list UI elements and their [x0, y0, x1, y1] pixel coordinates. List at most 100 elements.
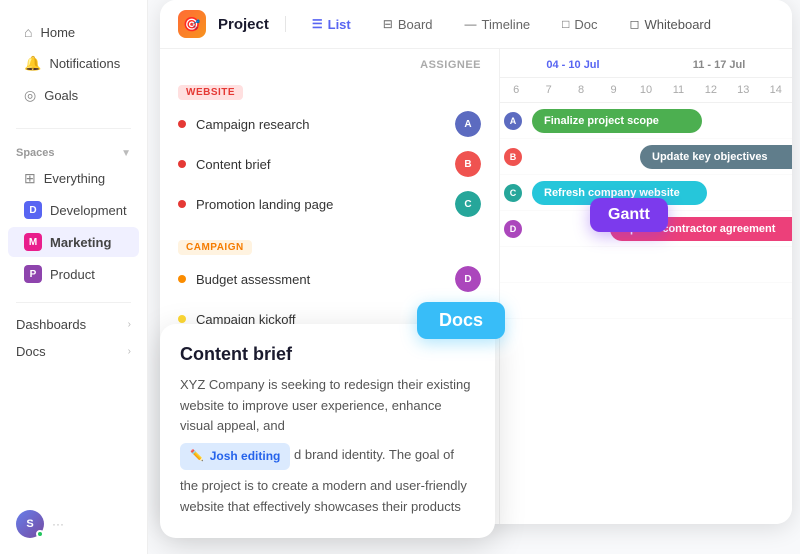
task-name: Content brief: [196, 157, 270, 172]
today-marker: 8: [565, 84, 597, 96]
gantt-week-current: 04 - 10 Jul: [500, 59, 646, 71]
website-label: WEBSITE: [178, 85, 243, 100]
sidebar-item-goals[interactable]: ◎ Goals: [8, 80, 139, 111]
sidebar-item-product[interactable]: P Product: [8, 259, 139, 289]
task-item[interactable]: Campaign research A: [160, 104, 499, 144]
avatar-circle: D: [455, 266, 481, 292]
development-label: Development: [50, 203, 127, 218]
project-title: Project: [218, 16, 269, 33]
tab-timeline-label: Timeline: [482, 17, 531, 32]
task-list-header: ASSIGNEE: [160, 49, 499, 77]
gantt-day: 13: [727, 82, 759, 98]
notifications-label: Notifications: [49, 56, 120, 71]
whiteboard-icon: ◻: [630, 17, 640, 31]
task-item[interactable]: Content brief B: [160, 144, 499, 184]
docs-card-title: Content brief: [180, 344, 475, 365]
gantt-avatar: A: [502, 110, 524, 132]
divider: [16, 128, 131, 129]
tab-timeline[interactable]: — Timeline: [455, 12, 541, 37]
timeline-icon: —: [465, 17, 477, 31]
gantt-day: 6: [500, 82, 532, 98]
docs-editing-bar: ✏️ Josh editing: [180, 443, 290, 470]
doc-icon: □: [562, 17, 569, 31]
main-content: 🎯 Project ☰ List ⊟ Board — Timeline □ Do…: [148, 0, 800, 554]
task-dot-red: [178, 160, 186, 168]
edit-icon: ✏️: [190, 448, 204, 466]
tab-board[interactable]: ⊟ Board: [373, 12, 443, 37]
sidebar-item-docs[interactable]: Docs ›: [0, 338, 147, 365]
dashboards-label: Dashboards: [16, 317, 86, 332]
avatar-circle: B: [455, 151, 481, 177]
product-label: Product: [50, 267, 95, 282]
dev-space-icon: D: [24, 201, 42, 219]
mkt-space-icon: M: [24, 233, 42, 251]
gantt-avatar: C: [502, 182, 524, 204]
docs-card-text: XYZ Company is seeking to redesign their…: [180, 375, 475, 518]
spaces-section-title: Spaces ▼: [0, 137, 147, 163]
tab-list[interactable]: ☰ List: [302, 12, 361, 37]
task-dot-yellow: [178, 315, 186, 323]
gantt-day: 9: [597, 82, 629, 98]
docs-text-before: XYZ Company is seeking to redesign their…: [180, 377, 470, 434]
gantt-panel: 04 - 10 Jul 11 - 17 Jul 6 7 8 9 10 11 12…: [500, 49, 792, 524]
gantt-tooltip-bubble: Gantt: [590, 198, 668, 232]
gantt-day: 8: [565, 82, 597, 98]
gantt-row: A Finalize project scope: [500, 103, 792, 139]
board-icon: ⊟: [383, 17, 393, 31]
gantt-avatar: D: [502, 218, 524, 240]
spaces-label: Spaces: [16, 147, 55, 159]
prod-space-icon: P: [24, 265, 42, 283]
chevron-icon: ▼: [121, 148, 131, 159]
tab-doc[interactable]: □ Doc: [552, 12, 607, 37]
gantt-bar-label: Refresh company website: [544, 187, 680, 199]
sidebar-item-marketing[interactable]: M Marketing: [8, 227, 139, 257]
docs-label: Docs: [16, 344, 46, 359]
user-profile[interactable]: S ···: [0, 510, 148, 538]
tab-board-label: Board: [398, 17, 433, 32]
avatar-circle: A: [455, 111, 481, 137]
task-assignee: A: [455, 111, 481, 137]
bell-icon: 🔔: [24, 55, 41, 72]
task-dot-red: [178, 200, 186, 208]
sidebar-item-home[interactable]: ⌂ Home: [8, 17, 139, 47]
gantt-bar-objectives[interactable]: Update key objectives: [640, 145, 792, 169]
docs-label-bubble: Docs: [417, 302, 505, 339]
sidebar-item-development[interactable]: D Development: [8, 195, 139, 225]
sidebar-item-dashboards[interactable]: Dashboards ›: [0, 311, 147, 338]
task-dot-red: [178, 120, 186, 128]
avatar-wrapper: S: [16, 510, 44, 538]
editing-user-label: Josh editing: [210, 447, 281, 466]
task-name: Campaign research: [196, 117, 309, 132]
gantt-day: 11: [662, 82, 694, 98]
gantt-avatar: B: [502, 146, 524, 168]
user-status-label: ···: [52, 517, 64, 531]
task-assignee: D: [455, 266, 481, 292]
everything-label: Everything: [44, 171, 105, 186]
task-assignee: C: [455, 191, 481, 217]
task-item[interactable]: Budget assessment D: [160, 259, 499, 299]
gantt-row: [500, 247, 792, 283]
task-item[interactable]: Promotion landing page C: [160, 184, 499, 224]
docs-card: Docs Content brief XYZ Company is seekin…: [160, 324, 495, 538]
list-icon: ☰: [312, 17, 323, 31]
tab-whiteboard[interactable]: ◻ Whiteboard: [620, 12, 721, 37]
gantt-week-next: 11 - 17 Jul: [646, 59, 792, 71]
campaign-label: CAMPAIGN: [178, 240, 252, 255]
website-section-label: WEBSITE: [160, 77, 499, 104]
gantt-bar-finalize[interactable]: Finalize project scope: [532, 109, 702, 133]
sidebar-item-notifications[interactable]: 🔔 Notifications: [8, 48, 139, 79]
gantt-row: [500, 319, 792, 333]
tab-list-label: List: [328, 17, 351, 32]
home-label: Home: [40, 25, 75, 40]
gantt-days: 6 7 8 9 10 11 12 13 14: [500, 78, 792, 103]
goals-icon: ◎: [24, 87, 36, 104]
goals-label: Goals: [44, 88, 78, 103]
avatar-circle: C: [455, 191, 481, 217]
tab-doc-label: Doc: [574, 17, 597, 32]
gantt-bar-label: Update key objectives: [652, 151, 768, 163]
status-dot: [36, 530, 44, 538]
marketing-label: Marketing: [50, 235, 111, 250]
grid-icon: ⊞: [24, 170, 36, 187]
sidebar-item-everything[interactable]: ⊞ Everything: [8, 164, 139, 193]
home-icon: ⌂: [24, 24, 32, 40]
